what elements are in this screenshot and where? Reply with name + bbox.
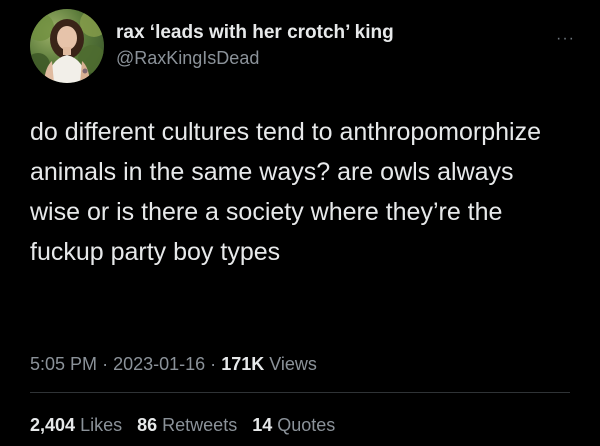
likes-label: Likes — [80, 415, 123, 435]
meta-separator: · — [102, 354, 109, 374]
tweet-card: rax ‘leads with her crotch’ king @RaxKin… — [0, 0, 600, 446]
quotes-stat[interactable]: 14 Quotes — [252, 415, 335, 435]
display-name[interactable]: rax ‘leads with her crotch’ king — [116, 21, 394, 45]
likes-count: 2,404 — [30, 415, 76, 435]
retweets-label: Retweets — [162, 415, 238, 435]
tweet-header: rax ‘leads with her crotch’ king @RaxKin… — [30, 9, 575, 85]
handle[interactable]: @RaxKingIsDead — [116, 46, 394, 70]
more-options-icon[interactable]: ··· — [556, 31, 575, 47]
retweets-count: 86 — [137, 415, 158, 435]
tweet-date[interactable]: 2023-01-16 — [113, 354, 205, 374]
profile-photo-icon — [30, 9, 104, 83]
avatar[interactable] — [30, 9, 104, 83]
views-count: 171K — [221, 354, 265, 374]
quotes-label: Quotes — [277, 415, 336, 435]
meta-separator: · — [210, 354, 217, 374]
author-names: rax ‘leads with her crotch’ king @RaxKin… — [116, 21, 394, 70]
quotes-count: 14 — [252, 415, 273, 435]
likes-stat[interactable]: 2,404 Likes — [30, 415, 127, 435]
retweets-stat[interactable]: 86 Retweets — [137, 415, 242, 435]
tweet-time[interactable]: 5:05 PM — [30, 354, 97, 374]
tweet-meta: 5:05 PM · 2023-01-16 · 171K Views — [30, 352, 317, 376]
tweet-stats: 2,404 Likes 86 Retweets 14 Quotes — [30, 413, 345, 437]
tweet-text: do different cultures tend to anthropomo… — [30, 118, 541, 266]
divider — [30, 392, 570, 393]
views-label: Views — [269, 354, 317, 374]
